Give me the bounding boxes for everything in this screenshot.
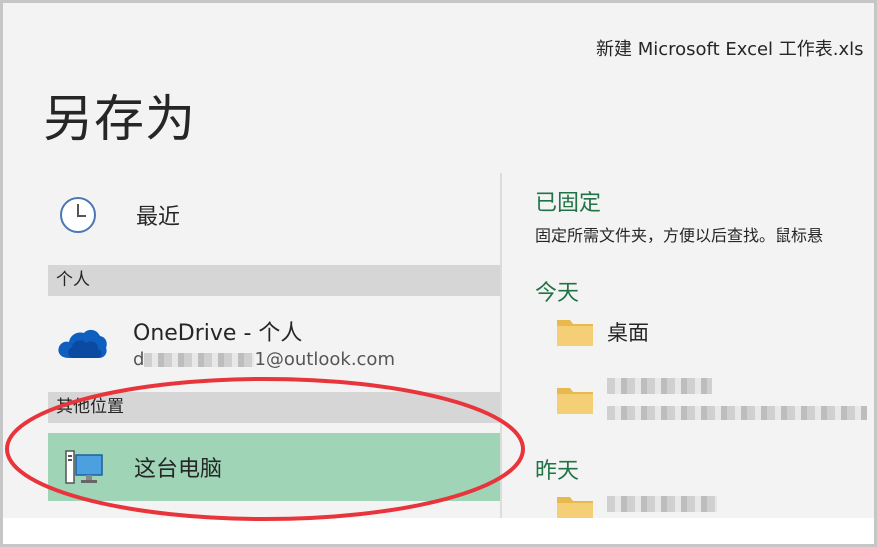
- folder-label: 桌面: [607, 321, 649, 345]
- folder-icon: [557, 320, 593, 346]
- document-title: 新建 Microsoft Excel 工作表.xls: [596, 39, 864, 60]
- clock-icon: [60, 197, 96, 233]
- pane-divider: [500, 173, 502, 525]
- redacted-blur: [607, 378, 867, 420]
- redacted-blur: [144, 353, 255, 367]
- folder-icon: [557, 388, 593, 414]
- bottom-strip: [3, 518, 874, 544]
- today-heading: 今天: [535, 281, 580, 306]
- save-as-window: 新建 Microsoft Excel 工作表.xls 另存为 最近 个人 One…: [0, 0, 877, 547]
- folder-item-redacted[interactable]: [555, 378, 867, 420]
- nav-item-recent[interactable]: 最近: [58, 193, 180, 237]
- computer-icon: [65, 450, 103, 484]
- nav-item-onedrive[interactable]: OneDrive - 个人 d 1@outlook.com: [55, 315, 395, 370]
- onedrive-cloud-icon: [58, 329, 107, 358]
- nav-item-this-pc[interactable]: 这台电脑: [48, 433, 500, 501]
- page-title: 另存为: [43, 90, 196, 148]
- nav-item-recent-label: 最近: [136, 205, 181, 230]
- section-header-other-locations: 其他位置: [48, 392, 500, 423]
- redacted-blur: [607, 496, 717, 512]
- yesterday-heading: 昨天: [535, 459, 580, 484]
- section-header-personal: 个人: [48, 265, 500, 296]
- onedrive-email: d 1@outlook.com: [133, 349, 395, 370]
- pinned-heading: 已固定: [535, 191, 602, 216]
- onedrive-title: OneDrive - 个人: [133, 321, 303, 346]
- nav-item-this-pc-label: 这台电脑: [134, 457, 223, 482]
- folder-item-desktop[interactable]: 桌面: [555, 316, 649, 348]
- pinned-description: 固定所需文件夹，方便以后查找。鼠标悬: [535, 226, 824, 245]
